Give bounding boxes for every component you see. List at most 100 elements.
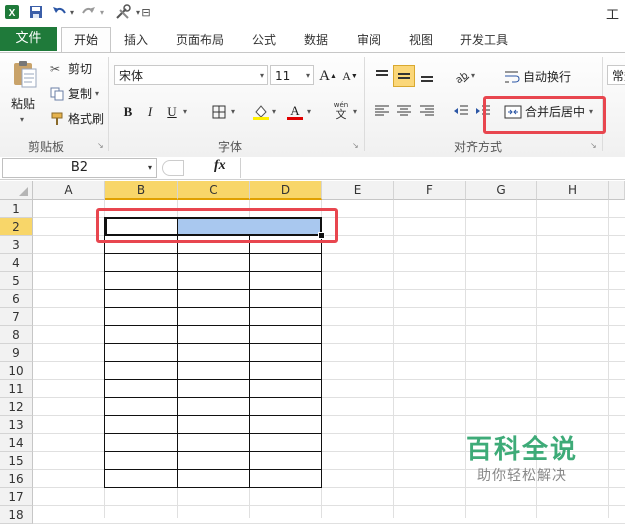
select-all-corner[interactable] <box>0 181 33 200</box>
row-header-5[interactable]: 5 <box>0 272 33 290</box>
row-header-1[interactable]: 1 <box>0 200 33 218</box>
font-name-dropdown-icon[interactable]: ▾ <box>260 66 264 86</box>
paste-button[interactable]: 粘贴 <box>11 95 35 112</box>
save-icon[interactable] <box>28 3 44 21</box>
name-box[interactable]: B2 ▾ <box>2 158 157 178</box>
redo-dropdown-icon[interactable]: ▾ <box>98 3 106 21</box>
row-header-13[interactable]: 13 <box>0 416 33 434</box>
tab-file[interactable]: 文件 <box>0 27 57 51</box>
font-size-dropdown-icon[interactable]: ▾ <box>306 66 310 86</box>
paste-dropdown-icon[interactable]: ▾ <box>20 115 24 124</box>
font-name-combo[interactable]: 宋体 ▾ <box>114 65 268 85</box>
row-header-16[interactable]: 16 <box>0 470 33 488</box>
table-border-horizontal <box>104 397 322 398</box>
wrap-text-label: 自动换行 <box>523 70 572 84</box>
formula-bar-splitter[interactable] <box>162 160 184 176</box>
row-header-4[interactable]: 4 <box>0 254 33 272</box>
italic-button[interactable]: I <box>139 101 161 123</box>
phonetic-guide-button[interactable]: wén 文 <box>326 99 356 121</box>
row-header-18[interactable]: 18 <box>0 506 33 524</box>
table-border-horizontal <box>104 325 322 326</box>
row-header-7[interactable]: 7 <box>0 308 33 326</box>
column-header-f[interactable]: F <box>394 181 466 200</box>
row-header-3[interactable]: 3 <box>0 236 33 254</box>
column-header-g[interactable]: G <box>466 181 537 200</box>
row-header-17[interactable]: 17 <box>0 488 33 506</box>
row-header-2[interactable]: 2 <box>0 218 33 236</box>
tab-insert[interactable]: 插入 <box>124 29 148 51</box>
tab-review[interactable]: 审阅 <box>357 29 381 51</box>
worksheet-grid[interactable]: ABCDEFGH 1 2 3 4 5 6 7 8 9 10 11 12 13 14 15 16 17 18 百科全… <box>0 181 625 524</box>
align-center-button[interactable] <box>393 100 415 122</box>
underline-button[interactable]: U <box>161 101 183 123</box>
bold-button[interactable]: B <box>117 101 139 123</box>
number-format-combo[interactable]: 常规 <box>607 65 625 85</box>
tab-page-layout[interactable]: 页面布局 <box>176 29 224 51</box>
customize-quick-access-icon[interactable]: ⊟ <box>140 3 152 21</box>
align-right-button[interactable] <box>416 100 438 122</box>
column-header-e[interactable]: E <box>322 181 394 200</box>
clipboard-launcher-icon[interactable]: ↘ <box>97 141 104 150</box>
column-header-d[interactable]: D <box>250 181 322 200</box>
underline-dropdown-icon[interactable]: ▾ <box>183 107 187 116</box>
phonetic-dropdown-icon[interactable]: ▾ <box>353 107 357 116</box>
fill-color-button[interactable] <box>250 101 272 123</box>
redo-icon[interactable] <box>80 3 98 21</box>
orientation-button[interactable]: ab <box>450 65 472 87</box>
svg-text:ab: ab <box>454 70 470 84</box>
format-painter-button[interactable]: 格式刷 <box>50 110 104 127</box>
table-border-horizontal <box>104 289 322 290</box>
undo-icon[interactable] <box>50 3 68 21</box>
fill-color-dropdown-icon[interactable]: ▾ <box>272 107 276 116</box>
formula-bar: B2 ▾ fx <box>0 157 625 180</box>
tab-developer[interactable]: 开发工具 <box>460 29 508 51</box>
row-header-11[interactable]: 11 <box>0 380 33 398</box>
paste-icon[interactable] <box>8 59 42 89</box>
column-header-c[interactable]: C <box>178 181 250 200</box>
tab-formulas[interactable]: 公式 <box>252 29 276 51</box>
borders-button[interactable] <box>208 101 230 123</box>
svg-text:文: 文 <box>336 107 347 121</box>
orientation-dropdown-icon[interactable]: ▾ <box>471 71 475 80</box>
formula-input[interactable] <box>240 158 625 178</box>
align-left-icon <box>375 105 389 116</box>
copy-button[interactable]: 复制 ▾ <box>50 85 99 102</box>
row-header-8[interactable]: 8 <box>0 326 33 344</box>
font-color-button[interactable]: A <box>284 101 306 123</box>
row-header-10[interactable]: 10 <box>0 362 33 380</box>
align-bottom-button[interactable] <box>416 65 438 87</box>
tools-icon[interactable] <box>112 3 134 21</box>
font-launcher-icon[interactable]: ↘ <box>352 141 359 150</box>
row-header-9[interactable]: 9 <box>0 344 33 362</box>
row-header-12[interactable]: 12 <box>0 398 33 416</box>
column-header-h[interactable]: H <box>537 181 609 200</box>
name-box-dropdown-icon[interactable]: ▾ <box>148 159 152 177</box>
column-header-a[interactable]: A <box>33 181 105 200</box>
undo-dropdown-icon[interactable]: ▾ <box>68 3 76 21</box>
grow-font-button[interactable]: A ▲ <box>317 65 339 87</box>
row-header-6[interactable]: 6 <box>0 290 33 308</box>
tab-data[interactable]: 数据 <box>304 29 328 51</box>
font-size-combo[interactable]: 11 ▾ <box>270 65 314 85</box>
row-header-15[interactable]: 15 <box>0 452 33 470</box>
tab-home[interactable]: 开始 <box>61 27 111 53</box>
align-left-button[interactable] <box>371 100 393 122</box>
cut-button[interactable]: ✂ 剪切 <box>50 60 92 77</box>
align-middle-button[interactable] <box>393 65 415 87</box>
align-top-button[interactable] <box>371 65 393 87</box>
table-border-horizontal <box>104 487 322 488</box>
column-header-partial[interactable] <box>609 181 625 200</box>
row-header-14[interactable]: 14 <box>0 434 33 452</box>
shrink-font-button[interactable]: A ▼ <box>339 65 361 87</box>
decrease-indent-button[interactable] <box>450 100 472 122</box>
gridline-vertical <box>393 200 394 518</box>
column-header-b[interactable]: B <box>105 181 178 200</box>
copy-dropdown-icon[interactable]: ▾ <box>95 89 99 98</box>
font-color-dropdown-icon[interactable]: ▾ <box>307 107 311 116</box>
wrap-text-button[interactable]: 自动换行 <box>504 68 571 85</box>
borders-dropdown-icon[interactable]: ▾ <box>231 107 235 116</box>
tab-view[interactable]: 视图 <box>409 29 433 51</box>
insert-function-icon[interactable]: fx <box>214 158 226 174</box>
number-format-value: 常规 <box>612 69 625 83</box>
alignment-launcher-icon[interactable]: ↘ <box>590 141 597 150</box>
